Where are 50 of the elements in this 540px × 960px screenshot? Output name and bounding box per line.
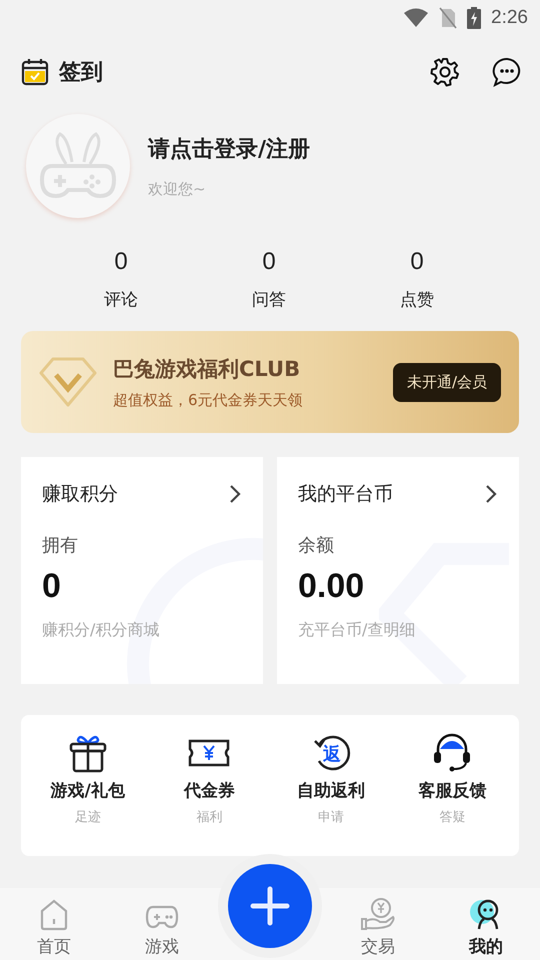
gift-icon[interactable] (68, 733, 108, 773)
shortcut-title[interactable]: 客服反馈 (418, 779, 486, 802)
coin-hand-icon (360, 897, 396, 931)
shortcut-title[interactable]: 游戏/礼包 (50, 779, 125, 802)
home-icon (38, 899, 70, 931)
battery-icon (467, 7, 482, 29)
shortcut-title[interactable]: 代金券 (184, 779, 235, 802)
shortcut-subtitle: 申请 (318, 809, 344, 826)
stat-value[interactable]: 0 (114, 248, 128, 276)
nav-tab[interactable]: 我的 (432, 894, 540, 958)
card-value: 0 (42, 567, 61, 606)
shortcut-subtitle: 足迹 (74, 809, 101, 826)
stat-label[interactable]: 点赞 (400, 288, 434, 311)
nav-tab[interactable]: 游戏 (108, 894, 216, 958)
stat-value[interactable]: 0 (262, 248, 276, 276)
gamepad-icon (145, 903, 179, 931)
wallet-card[interactable]: 赚取积分 拥有 0 赚积分/积分商城 (21, 457, 263, 684)
check-in-title[interactable]: 签到 (59, 57, 103, 87)
shortcut-subtitle: 福利 (196, 809, 222, 826)
status-time: 2:26 (491, 7, 528, 29)
nav-tab[interactable]: 交易 (324, 894, 432, 958)
card-title: 赚取积分 (42, 482, 118, 507)
card-label: 拥有 (42, 534, 78, 557)
add-button[interactable] (228, 864, 312, 948)
message-icon[interactable] (492, 57, 522, 87)
club-title: 巴兔游戏福利CLUB (113, 356, 302, 382)
stat-value[interactable]: 0 (410, 248, 424, 276)
stat-label[interactable]: 评论 (104, 288, 138, 311)
plus-icon (249, 885, 291, 927)
chevron-right-icon[interactable] (485, 484, 497, 504)
welcome-text: 欢迎您~ (148, 180, 207, 198)
card-value: 0.00 (298, 567, 364, 606)
diamond-icon (39, 357, 97, 407)
club-subtitle: 超值权益，6元代金券天天领 (113, 390, 304, 410)
no-sim-icon (439, 7, 458, 29)
wifi-icon (403, 8, 430, 28)
calendar-check-icon[interactable] (21, 58, 49, 86)
settings-icon[interactable] (430, 57, 460, 87)
card-label: 余额 (298, 534, 334, 557)
wallet-card[interactable]: 我的平台币 余额 0.00 充平台币/查明细 (277, 457, 519, 684)
headset-icon[interactable] (432, 733, 472, 773)
chevron-right-icon[interactable] (229, 484, 241, 504)
shortcut-subtitle: 答疑 (439, 809, 466, 826)
nav-tab[interactable]: 首页 (0, 894, 108, 958)
shortcut-title[interactable]: 自助返利 (296, 779, 365, 802)
club-banner[interactable]: 巴兔游戏福利CLUB 超值权益，6元代金券天天领 未开通/会员 (21, 331, 519, 433)
card-title: 我的平台币 (298, 482, 393, 507)
login-link[interactable]: 请点击登录/注册 (148, 134, 310, 164)
membership-button[interactable]: 未开通/会员 (392, 362, 501, 402)
stat-label[interactable]: 问答 (252, 288, 286, 311)
